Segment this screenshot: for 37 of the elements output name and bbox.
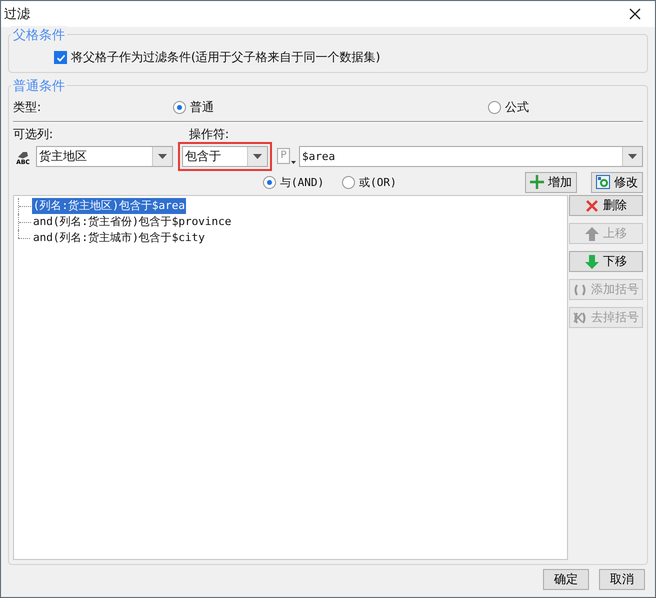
- cross-icon: [585, 198, 599, 212]
- field-label: 类型:: [13, 98, 42, 116]
- window-title: 过滤: [4, 6, 30, 23]
- tree-item[interactable]: and(列名:货主省份)包含于$province: [32, 214, 232, 230]
- caret-icon: [291, 161, 296, 164]
- dropdown-arrow-icon: [253, 154, 262, 158]
- plus-icon: [530, 175, 544, 189]
- dialog-button[interactable]: 取消: [599, 569, 645, 590]
- dropdown-value: 货主地区: [38, 148, 88, 164]
- close-icon: [629, 8, 641, 20]
- tree-item[interactable]: and(列名:货主城市)包含于$city: [32, 230, 206, 246]
- tree-item[interactable]: (列名:货主地区)包含于$area: [32, 198, 186, 214]
- checkbox-option[interactable]: 将父格子作为过滤条件(适用于父子格来自于同一个数据集): [54, 49, 643, 66]
- column-dropdown[interactable]: 货主地区: [36, 146, 173, 166]
- dropdown-arrow-icon: [158, 154, 167, 158]
- parameter-dropdown[interactable]: $area: [299, 146, 643, 166]
- side-button[interactable]: 下移: [569, 251, 643, 272]
- down-arrow-icon: [585, 254, 599, 268]
- check-icon: [56, 52, 66, 62]
- operator-dropdown[interactable]: 包含于: [182, 146, 268, 166]
- field-label: 操作符:: [189, 126, 230, 143]
- group-legend: 普通条件: [11, 77, 67, 95]
- radio-option[interactable]: 或(OR): [342, 174, 397, 190]
- add-button[interactable]: 增加: [525, 172, 577, 192]
- brackets-icon: [573, 282, 587, 296]
- dropdown-arrow-icon: [628, 154, 637, 158]
- dialog-button[interactable]: 确定: [543, 569, 589, 590]
- side-button[interactable]: 删除: [569, 195, 643, 216]
- modify-button[interactable]: 修改: [591, 172, 643, 192]
- up-arrow-icon: [585, 226, 599, 240]
- tag-icon: [17, 151, 29, 159]
- field-label: 可选列:: [13, 126, 54, 143]
- radio-option[interactable]: 公式: [488, 98, 529, 116]
- brackets-cross-icon: [573, 310, 587, 324]
- radio-option[interactable]: 与(AND): [263, 174, 324, 190]
- radio-option[interactable]: 普通: [173, 98, 214, 116]
- group-legend: 父格条件: [11, 26, 67, 44]
